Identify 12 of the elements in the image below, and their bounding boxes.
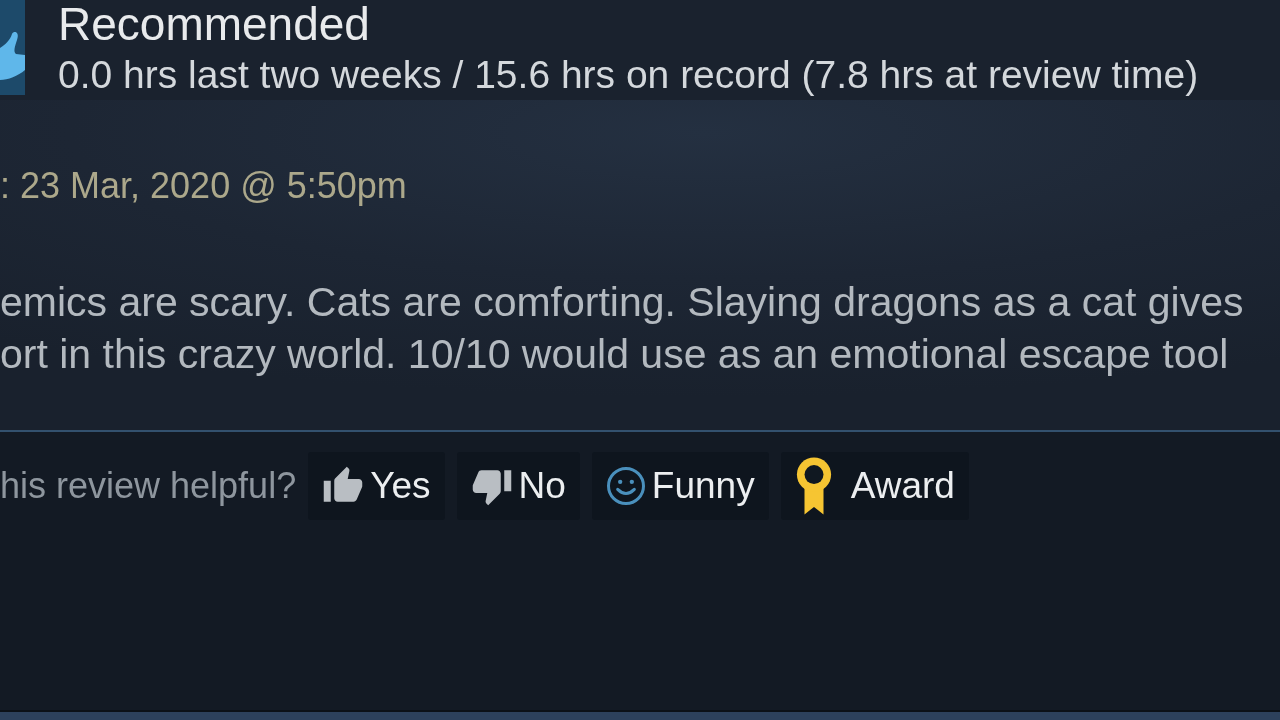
playtime-hours: 0.0 hrs last two weeks / 15.6 hrs on record (7.8 hrs at review time) [58, 53, 1199, 97]
award-button[interactable]: Award [780, 452, 969, 520]
review-verdict: Recommended [58, 0, 370, 48]
review-text: emics are scary. Cats are comforting. Slaying dragons as a cat gives ort in this crazy world. 10/10 would use as an emotional escape tool [0, 278, 1244, 379]
helpful-prompt: his review helpful? [0, 465, 297, 507]
award-ribbon-icon [794, 455, 833, 517]
funny-button[interactable]: Funny [591, 452, 769, 520]
no-button[interactable]: No [456, 452, 580, 520]
smiley-icon [605, 466, 646, 506]
yes-button[interactable]: Yes [308, 452, 445, 520]
thumbs-up-icon [0, 0, 25, 95]
posted-date: : 23 Mar, 2020 @ 5:50pm [0, 166, 407, 206]
